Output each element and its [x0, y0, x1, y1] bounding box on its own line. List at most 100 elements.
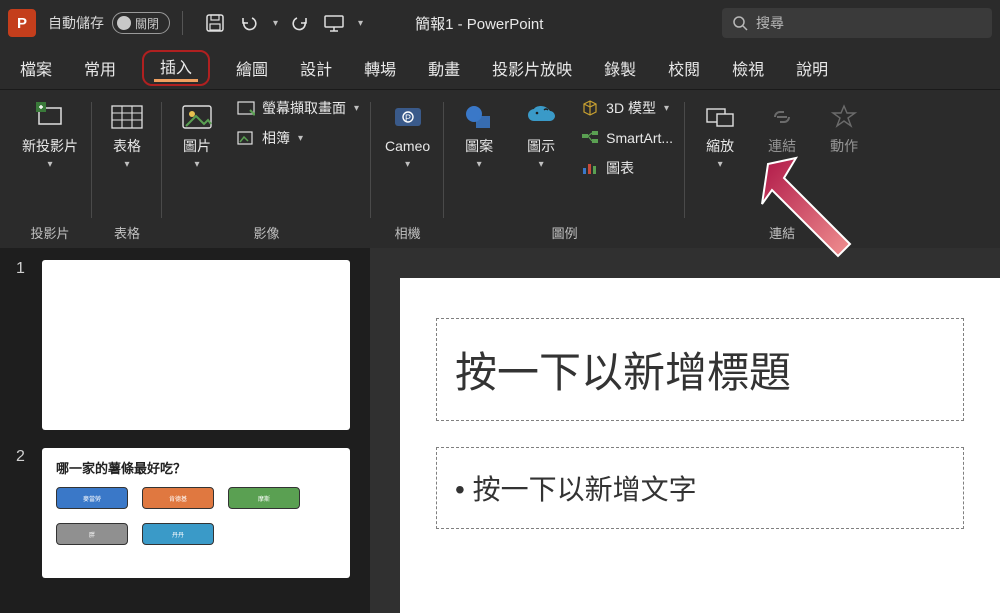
present-chevron-icon[interactable]: ▾	[358, 18, 363, 29]
chevron-down-icon: ▾	[539, 159, 544, 170]
save-icon	[205, 13, 225, 33]
chevron-down-icon: ▾	[47, 159, 52, 170]
chevron-down-icon: ▾	[718, 159, 723, 170]
thumb2-buttons: 麥當勞 肯德基 摩斯 胖 丹丹	[56, 487, 336, 545]
action-icon	[827, 100, 861, 134]
tab-help[interactable]: 說明	[790, 50, 834, 86]
undo-chevron-icon[interactable]: ▾	[273, 18, 278, 29]
album-icon	[236, 128, 256, 148]
icons-label: 圖示	[527, 138, 555, 155]
group-label-slides: 投影片	[30, 223, 69, 242]
chevron-down-icon: ▾	[124, 159, 129, 170]
chart-icon	[580, 158, 600, 178]
cameo-icon: P	[391, 100, 425, 134]
present-icon	[323, 13, 345, 33]
autosave-toggle-group: 自動儲存 關閉	[48, 12, 170, 34]
zoom-icon	[703, 100, 737, 134]
icons-icon	[524, 100, 558, 134]
ribbon: 新投影片 ▾ 投影片 表格 ▾ 表格 圖片 ▾	[0, 90, 1000, 248]
link-button[interactable]: 連結 ▾	[757, 96, 807, 174]
group-label-links: 連結	[769, 223, 795, 242]
tab-review[interactable]: 校閱	[662, 50, 706, 86]
screenshot-button[interactable]: 螢幕擷取畫面 ▾	[234, 96, 361, 120]
search-placeholder: 搜尋	[756, 13, 784, 33]
thumb2-option: 肯德基	[142, 487, 214, 509]
3d-model-label: 3D 模型	[606, 98, 656, 118]
smartart-button[interactable]: SmartArt...	[578, 126, 675, 150]
ribbon-group-illustrations: 圖案 ▾ 圖示 ▾ 3D 模型 ▾ SmartArt...	[444, 96, 685, 248]
tab-insert[interactable]: 插入	[142, 50, 210, 86]
redo-button[interactable]	[288, 11, 312, 35]
thumb2-title: 哪一家的薯條最好吃？	[56, 458, 336, 477]
tab-animations[interactable]: 動畫	[422, 50, 466, 86]
slide-canvas-area: 按一下以新增標題 按一下以新增文字	[370, 248, 1000, 613]
autosave-toggle[interactable]: 關閉	[112, 12, 170, 34]
album-button[interactable]: 相簿 ▾	[234, 126, 361, 150]
autosave-label: 自動儲存	[48, 13, 104, 33]
chevron-down-icon: ▾	[194, 159, 199, 170]
search-input[interactable]: 搜尋	[722, 8, 992, 38]
app-icon: P	[8, 9, 36, 37]
slide-thumbnail-2[interactable]: 哪一家的薯條最好吃？ 麥當勞 肯德基 摩斯 胖 丹丹	[42, 448, 350, 578]
picture-icon	[180, 100, 214, 134]
separator	[182, 11, 183, 35]
tab-view[interactable]: 檢視	[726, 50, 770, 86]
table-icon	[110, 100, 144, 134]
screenshot-label: 螢幕擷取畫面	[262, 98, 346, 118]
group-label-illustrations: 圖例	[552, 223, 578, 242]
chevron-down-icon: ▾	[780, 159, 785, 170]
chevron-down-icon: ▾	[354, 103, 359, 114]
chart-button[interactable]: 圖表	[578, 156, 675, 180]
autosave-state: 關閉	[135, 15, 159, 32]
smartart-icon	[580, 128, 600, 148]
zoom-button[interactable]: 縮放 ▾	[695, 96, 745, 174]
link-icon	[765, 100, 799, 134]
picture-button[interactable]: 圖片 ▾	[172, 96, 222, 174]
tab-file[interactable]: 檔案	[14, 50, 58, 86]
icons-button[interactable]: 圖示 ▾	[516, 96, 566, 174]
chevron-down-icon: ▾	[405, 159, 410, 170]
cameo-label: Cameo	[385, 138, 430, 155]
zoom-label: 縮放	[706, 138, 734, 155]
tab-draw[interactable]: 繪圖	[230, 50, 274, 86]
group-label-images: 影像	[254, 223, 280, 242]
tab-home[interactable]: 常用	[78, 50, 122, 86]
chevron-down-icon: ▾	[664, 103, 669, 114]
action-label: 動作	[830, 138, 858, 155]
main-area: 1 2 哪一家的薯條最好吃？ 麥當勞 肯德基 摩斯 胖 丹丹 按一下以新增標題 …	[0, 248, 1000, 613]
chevron-down-icon: ▾	[298, 133, 303, 144]
tab-design[interactable]: 設計	[294, 50, 338, 86]
new-slide-button[interactable]: 新投影片 ▾	[18, 96, 82, 174]
ribbon-tabs: 檔案 常用 插入 繪圖 設計 轉場 動畫 投影片放映 錄製 校閱 檢視 說明	[0, 46, 1000, 90]
body-placeholder-text: 按一下以新增文字	[455, 468, 945, 508]
ribbon-group-tables: 表格 ▾ 表格	[92, 96, 162, 248]
title-placeholder[interactable]: 按一下以新增標題	[436, 318, 964, 421]
shapes-button[interactable]: 圖案 ▾	[454, 96, 504, 174]
smartart-label: SmartArt...	[606, 130, 673, 146]
slide-thumbnails-panel: 1 2 哪一家的薯條最好吃？ 麥當勞 肯德基 摩斯 胖 丹丹	[0, 248, 370, 613]
tab-transitions[interactable]: 轉場	[358, 50, 402, 86]
quick-access-toolbar: ▾ ▾	[203, 11, 363, 35]
action-button[interactable]: 動作	[819, 96, 869, 159]
new-slide-icon	[33, 100, 67, 134]
present-button[interactable]	[322, 11, 346, 35]
ribbon-group-camera: P Cameo ▾ 相機	[371, 96, 444, 248]
undo-button[interactable]	[237, 11, 261, 35]
group-label-tables: 表格	[114, 223, 140, 242]
new-slide-label: 新投影片	[22, 138, 78, 155]
3d-model-button[interactable]: 3D 模型 ▾	[578, 96, 675, 120]
table-button[interactable]: 表格 ▾	[102, 96, 152, 174]
album-label: 相簿	[262, 128, 290, 148]
cameo-button[interactable]: P Cameo ▾	[381, 96, 434, 174]
svg-text:P: P	[405, 113, 411, 123]
thumbnail-number: 2	[16, 448, 30, 466]
toggle-knob-icon	[117, 16, 131, 30]
tab-slideshow[interactable]: 投影片放映	[486, 50, 578, 86]
thumbnail-row: 2 哪一家的薯條最好吃？ 麥當勞 肯德基 摩斯 胖 丹丹	[16, 448, 354, 578]
slide-thumbnail-1[interactable]	[42, 260, 350, 430]
save-button[interactable]	[203, 11, 227, 35]
link-label: 連結	[768, 138, 796, 155]
slide-canvas[interactable]: 按一下以新增標題 按一下以新增文字	[400, 278, 1000, 613]
body-placeholder[interactable]: 按一下以新增文字	[436, 447, 964, 529]
tab-record[interactable]: 錄製	[598, 50, 642, 86]
